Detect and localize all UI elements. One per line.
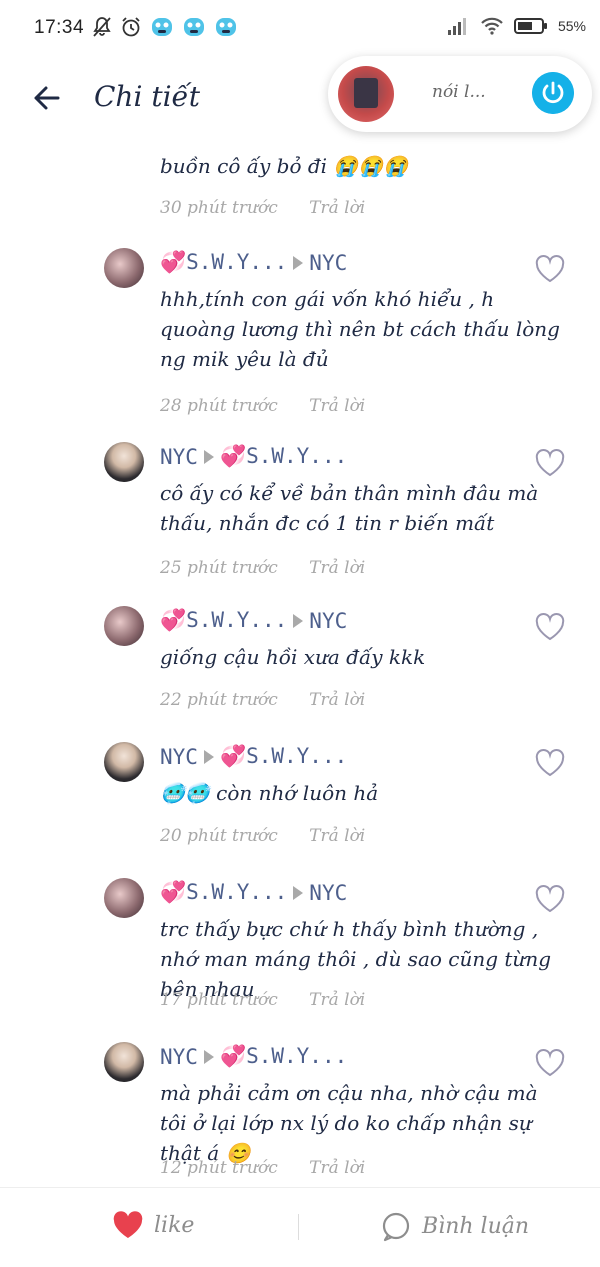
author-name[interactable]: NYC: [160, 445, 198, 469]
avatar[interactable]: [104, 878, 144, 918]
reply-to-arrow-icon: [203, 449, 214, 464]
comment-text: mà phải cảm ơn cậu nha, nhờ cậu mà tôi ở…: [160, 1081, 538, 1165]
comment-time: 20 phút trước: [160, 826, 278, 846]
comment-time: 22 phút trước: [160, 690, 278, 710]
comment-names: 💞S.W.Y... NYC: [160, 608, 347, 633]
comment-text: hhh,tính con gái vốn khó hiểu , h quoàng…: [160, 287, 560, 371]
page-title: Chi tiết: [94, 80, 200, 113]
heart-outline-icon[interactable]: [534, 1048, 566, 1078]
reply-to-arrow-icon: [203, 1049, 214, 1064]
mini-player[interactable]: nói l...: [328, 56, 592, 132]
comment-text: buồn cô ấy bỏ đi 😭😭😭: [160, 154, 409, 178]
reply-target-name[interactable]: 💞S.W.Y...: [220, 444, 347, 469]
heart-outline-icon[interactable]: [534, 884, 566, 914]
back-arrow-icon[interactable]: [28, 80, 64, 116]
heart-outline-icon[interactable]: [534, 448, 566, 478]
comment-time: 12 phút trước: [160, 1158, 278, 1178]
comment-bubble-icon: [382, 1212, 410, 1242]
notification-icons: [92, 16, 238, 38]
system-icons: 55%: [446, 16, 586, 36]
comment-text: 🥶🥶 còn nhớ luôn hả: [160, 781, 379, 805]
avatar[interactable]: [104, 742, 144, 782]
wifi-icon: [481, 17, 503, 35]
comment-meta: 22 phút trước Trả lời: [160, 690, 365, 710]
comment-text: giống cậu hồi xưa đấy kkk: [160, 645, 426, 669]
battery-percent: 55%: [557, 18, 586, 34]
reply-target-name[interactable]: NYC: [309, 251, 347, 275]
comment-time: 17 phút trước: [160, 990, 278, 1010]
reply-button[interactable]: Trả lời: [309, 396, 365, 416]
comment-names: NYC 💞S.W.Y...: [160, 444, 347, 469]
comment-meta: 30 phút trước Trả lời: [160, 198, 365, 218]
comment-meta: 28 phút trước Trả lời: [160, 396, 365, 416]
mute-bell-icon: [93, 17, 111, 37]
comment-time: 28 phút trước: [160, 396, 278, 416]
alarm-clock-icon: [122, 17, 140, 37]
battery-icon: [513, 18, 547, 34]
comment-time: 25 phút trước: [160, 558, 278, 578]
player-thumbnail: [338, 66, 394, 122]
comment-meta: 12 phút trước Trả lời: [160, 1158, 365, 1178]
reply-button[interactable]: Trả lời: [309, 826, 365, 846]
power-icon[interactable]: [532, 72, 574, 114]
author-name[interactable]: NYC: [160, 745, 198, 769]
signal-icon: [447, 18, 466, 35]
comment-label: Bình luận: [422, 1213, 530, 1239]
comment-names: NYC 💞S.W.Y...: [160, 744, 347, 769]
author-name[interactable]: NYC: [160, 1045, 198, 1069]
player-track-text: nói l...: [432, 82, 486, 102]
status-time: 17:34: [34, 17, 85, 38]
comment-text: cô ấy có kể về bản thân mình đâu mà thấu…: [160, 481, 539, 535]
comment-list: buồn cô ấy bỏ đi 😭😭😭 30 phút trước Trả l…: [0, 140, 600, 1185]
reply-button[interactable]: Trả lời: [309, 690, 365, 710]
comment-meta: 20 phút trước Trả lời: [160, 826, 365, 846]
reply-button[interactable]: Trả lời: [309, 990, 365, 1010]
comment-names: 💞S.W.Y... NYC: [160, 880, 347, 905]
reply-to-arrow-icon: [293, 885, 304, 900]
comment-meta: 25 phút trước Trả lời: [160, 558, 365, 578]
author-name[interactable]: 💞S.W.Y...: [160, 608, 287, 633]
comment-time: 30 phút trước: [160, 198, 278, 218]
avatar[interactable]: [104, 442, 144, 482]
like-label: like: [154, 1212, 195, 1238]
heart-filled-icon: [113, 1211, 143, 1238]
reply-to-arrow-icon: [293, 255, 304, 270]
comment-button[interactable]: Bình luận: [380, 1210, 529, 1242]
app-notification-icon: [152, 18, 172, 36]
app-notification-icon: [216, 18, 236, 36]
comment-names: NYC 💞S.W.Y...: [160, 1044, 347, 1069]
avatar[interactable]: [104, 606, 144, 646]
author-name[interactable]: 💞S.W.Y...: [160, 880, 287, 905]
comment-meta: 17 phút trước Trả lời: [160, 990, 365, 1010]
reply-target-name[interactable]: NYC: [309, 609, 347, 633]
like-button[interactable]: like: [112, 1210, 194, 1240]
heart-outline-icon[interactable]: [534, 254, 566, 284]
reply-to-arrow-icon: [293, 613, 304, 628]
reply-button[interactable]: Trả lời: [309, 1158, 365, 1178]
divider: [298, 1214, 299, 1240]
comment-names: 💞S.W.Y... NYC: [160, 250, 347, 275]
reply-button[interactable]: Trả lời: [309, 558, 365, 578]
avatar[interactable]: [104, 248, 144, 288]
reply-target-name[interactable]: 💞S.W.Y...: [220, 744, 347, 769]
reply-target-name[interactable]: NYC: [309, 881, 347, 905]
author-name[interactable]: 💞S.W.Y...: [160, 250, 287, 275]
bottom-action-bar: like Bình luận: [0, 1187, 600, 1267]
status-bar: 17:34 55%: [0, 0, 600, 58]
app-notification-icon: [184, 18, 204, 36]
heart-outline-icon[interactable]: [534, 748, 566, 778]
reply-target-name[interactable]: 💞S.W.Y...: [220, 1044, 347, 1069]
avatar[interactable]: [104, 1042, 144, 1082]
heart-outline-icon[interactable]: [534, 612, 566, 642]
reply-to-arrow-icon: [203, 749, 214, 764]
reply-button[interactable]: Trả lời: [309, 198, 365, 218]
